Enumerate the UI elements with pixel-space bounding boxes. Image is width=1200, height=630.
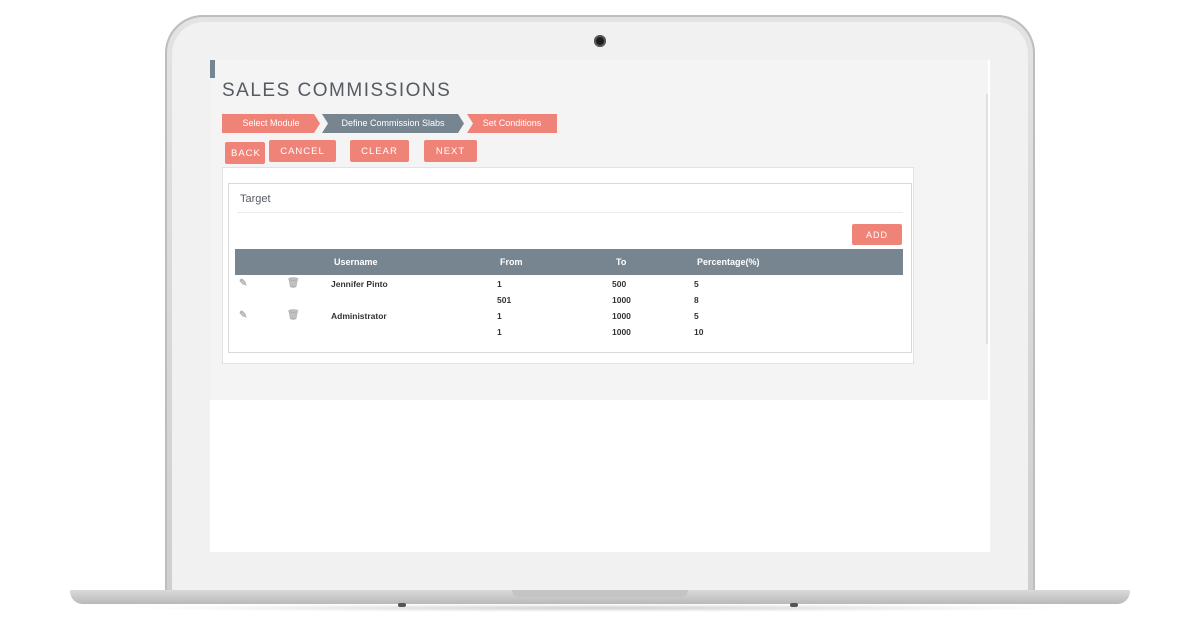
column-header-to[interactable]: To (616, 249, 626, 275)
step-set-conditions[interactable]: Set Conditions (467, 114, 557, 133)
cell-to: 1000 (612, 327, 631, 337)
table-header: Username From To Percentage(%) (235, 249, 903, 275)
sales-commissions-app: SALES COMMISSIONS Select Module Define C… (210, 60, 988, 400)
laptop-screen: SALES COMMISSIONS Select Module Define C… (210, 60, 990, 552)
cell-percentage: 10 (694, 327, 704, 337)
cell-from: 1 (497, 279, 502, 289)
cell-username: Jennifer Pinto (331, 279, 388, 289)
cell-from: 501 (497, 295, 512, 305)
laptop-foot (790, 603, 798, 607)
edge-marker (210, 60, 215, 78)
cell-percentage: 8 (694, 295, 699, 305)
cell-percentage: 5 (694, 279, 699, 289)
cell-username: Administrator (331, 311, 387, 321)
clear-button[interactable]: CLEAR (350, 140, 409, 162)
table-row: 501 1000 8 (235, 292, 903, 308)
scrollbar[interactable] (986, 94, 988, 344)
table-row: 1 1000 10 (235, 324, 903, 340)
cell-to: 1000 (612, 295, 631, 305)
laptop-foot (398, 603, 406, 607)
laptop-hinge-notch (512, 590, 688, 597)
column-header-percentage[interactable]: Percentage(%) (697, 249, 760, 275)
pencil-icon[interactable]: ✎ (239, 308, 247, 324)
commission-table: Username From To Percentage(%) ✎ 🗑 Jenni… (235, 249, 903, 340)
laptop-shadow (120, 604, 1080, 612)
cell-from: 1 (497, 311, 502, 321)
cell-from: 1 (497, 327, 502, 337)
table-row: ✎ 🗑 Jennifer Pinto 1 500 5 (235, 276, 903, 292)
step-define-commission-slabs[interactable]: Define Commission Slabs (322, 114, 464, 133)
divider (237, 212, 903, 213)
back-button[interactable]: BACK (225, 142, 265, 164)
camera-icon (594, 35, 606, 47)
target-panel-body: Target ADD Username From To Percentage(%… (228, 183, 912, 353)
cell-to: 1000 (612, 311, 631, 321)
page-title: SALES COMMISSIONS (222, 80, 452, 101)
add-button[interactable]: ADD (852, 224, 902, 245)
target-panel: Target ADD Username From To Percentage(%… (222, 167, 914, 364)
trash-icon[interactable]: 🗑 (287, 276, 300, 292)
cell-to: 500 (612, 279, 627, 289)
cell-percentage: 5 (694, 311, 699, 321)
pencil-icon[interactable]: ✎ (239, 276, 247, 292)
trash-icon[interactable]: 🗑 (287, 308, 300, 324)
column-header-username[interactable]: Username (334, 249, 378, 275)
next-button[interactable]: NEXT (424, 140, 477, 162)
cancel-button[interactable]: CANCEL (269, 140, 336, 162)
table-row: ✎ 🗑 Administrator 1 1000 5 (235, 308, 903, 324)
target-heading: Target (240, 193, 271, 205)
step-select-module[interactable]: Select Module (222, 114, 320, 133)
column-header-from[interactable]: From (500, 249, 523, 275)
